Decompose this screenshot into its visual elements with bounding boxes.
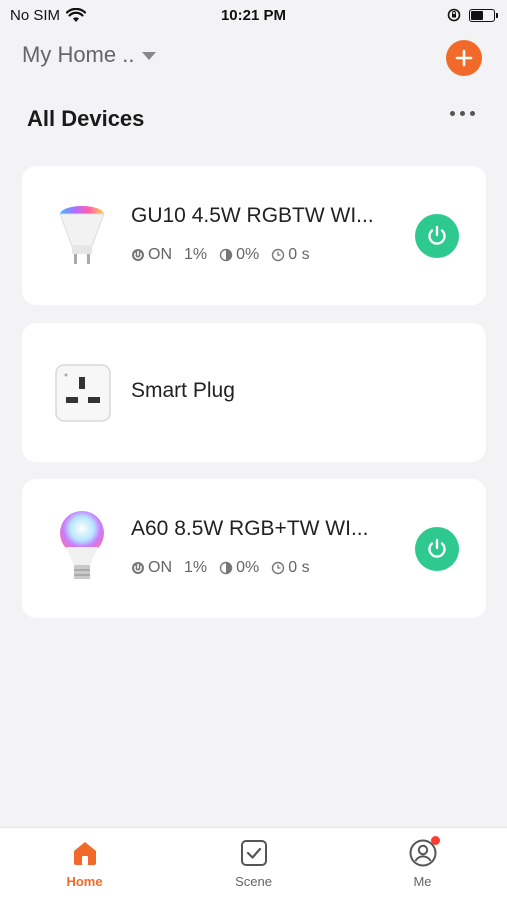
device-status: ON 1% 0% 0 s [131,559,310,577]
gu10-bulb-icon [59,206,105,264]
tab-bar: Home Scene Me [0,827,507,900]
power-toggle-button[interactable] [415,527,459,571]
status-left: No SIM [10,6,87,24]
device-name: GU10 4.5W RGBTW WI... [131,204,374,227]
temperature-value: 0% [236,559,260,576]
plus-icon [455,49,473,67]
tab-label: Me [413,874,432,889]
power-state-icon [132,249,144,261]
device-name: Smart Plug [131,379,235,402]
scene-icon [240,840,267,866]
carrier-label: No SIM [10,6,61,24]
brightness-value: 1% [184,559,208,576]
contrast-icon [219,561,233,575]
temperature-stat: 0% [219,246,259,264]
status-bar: No SIM 10:21 PM [0,0,507,30]
timer-value: 0 s [288,559,310,576]
device-card-gu10[interactable]: GU10 4.5W RGBTW WI... ON 1% 0% 0 s [22,166,486,305]
state-value: ON [148,559,172,576]
device-name: A60 8.5W RGB+TW WI... [131,517,369,540]
battery-icon [469,8,498,22]
wifi-icon [66,7,87,22]
ellipsis-dot [470,111,475,116]
power-icon [428,225,446,245]
tab-label: Home [66,874,103,889]
clock-icon [272,561,285,575]
timer-stat: 0 s [271,246,310,264]
home-selector[interactable]: My Home .. [22,42,157,68]
tab-me[interactable]: Me [373,836,473,889]
home-name: My Home .. [22,42,135,67]
device-card-a60[interactable]: A60 8.5W RGB+TW WI... ON 1% 0% 0 s [22,479,486,618]
more-options-button[interactable] [450,111,475,116]
section-title: All Devices [27,106,145,131]
profile-icon-wrap [408,836,440,868]
timer-value: 0 s [288,246,310,263]
rotation-lock-icon [447,8,461,22]
caret-down-icon [142,52,157,60]
power-icon [428,538,446,558]
home-icon [73,842,96,865]
ellipsis-icon [450,111,455,116]
temperature-stat: 0% [219,559,259,577]
brightness-value: 1% [184,246,208,263]
power-state-icon [132,562,144,574]
a60-bulb-icon [60,511,104,579]
tab-home[interactable]: Home [35,838,135,889]
tab-label: Scene [235,874,272,889]
timer-stat: 0 s [271,559,310,577]
state-value: ON [148,246,172,263]
contrast-icon [219,248,233,262]
clock-icon [272,248,285,262]
tab-scene[interactable]: Scene [204,838,304,889]
brightness-stat: 1% [184,246,207,264]
notification-dot [430,836,440,845]
brightness-stat: 1% [184,559,207,577]
temperature-value: 0% [236,246,260,263]
add-device-button[interactable] [446,40,482,76]
device-status: ON 1% 0% 0 s [131,246,310,264]
status-right [447,8,498,22]
device-card-smart-plug[interactable]: Smart Plug [22,323,486,462]
ellipsis-dot [460,111,465,116]
state-stat: ON [131,246,172,264]
state-stat: ON [131,559,172,577]
smart-plug-icon [55,364,111,422]
power-toggle-button[interactable] [415,214,459,258]
